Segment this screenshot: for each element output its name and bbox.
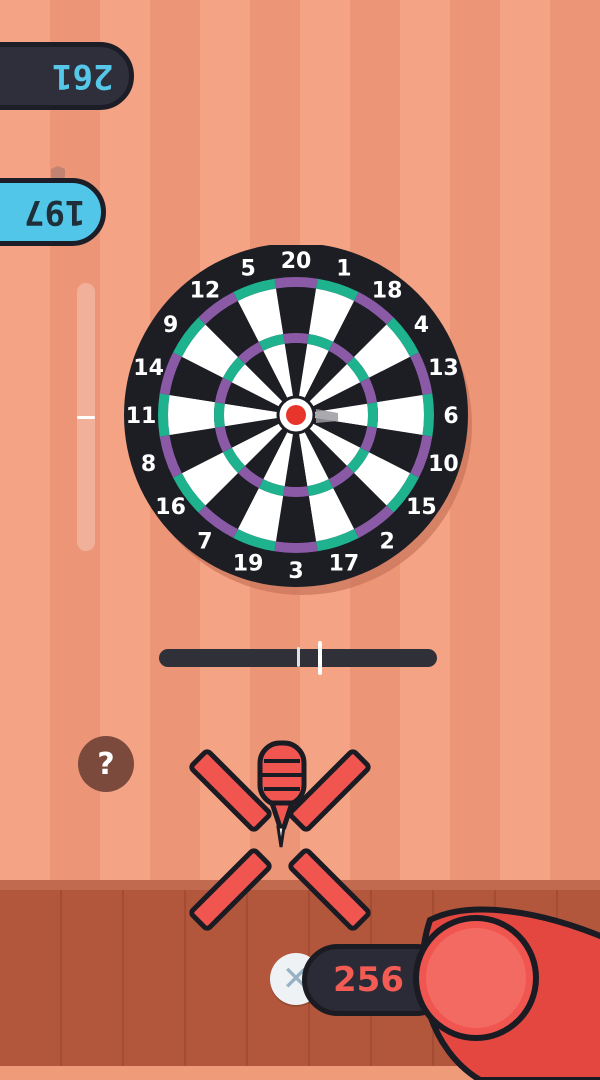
treble-ring-segment	[367, 402, 378, 428]
player-score-badge: 197	[0, 178, 106, 246]
board-number: 16	[155, 495, 186, 520]
board-number: 9	[163, 313, 178, 338]
player-score: 197	[23, 192, 85, 232]
horizontal-aim-slider[interactable]	[159, 641, 437, 675]
board-number: 20	[281, 249, 312, 274]
dartboard[interactable]: 20 1 18 4 13 6 10 15 2 17 3 19 7 16 8 11 14 9 12 5	[118, 245, 478, 595]
double-ring-segment	[422, 393, 434, 437]
board-number: 10	[428, 452, 459, 477]
board-number: 4	[414, 313, 429, 338]
board-number: 1	[336, 257, 351, 282]
opponent-score-badge: 261	[0, 42, 134, 110]
horizontal-reference-mark	[297, 647, 300, 667]
double-ring-segment	[158, 393, 170, 437]
board-number: 12	[190, 279, 221, 304]
board-number: 19	[233, 551, 264, 576]
board-number: 13	[428, 356, 459, 381]
bullseye	[286, 405, 306, 425]
throw-button-icon	[413, 906, 600, 1080]
help-button[interactable]: ?	[78, 736, 134, 792]
darts-in-hand[interactable]	[180, 735, 380, 945]
double-ring-segment	[274, 541, 318, 553]
board-number: 7	[197, 529, 212, 554]
board-number: 5	[240, 257, 255, 282]
treble-ring-segment	[214, 402, 225, 428]
vertical-aim-slider[interactable]	[77, 283, 95, 551]
vertical-aim-thumb[interactable]	[77, 416, 95, 419]
horizontal-aim-thumb[interactable]	[318, 641, 323, 675]
double-ring-segment	[274, 277, 318, 289]
board-number: 14	[133, 356, 164, 381]
board-number: 6	[443, 404, 458, 429]
treble-ring-segment	[283, 486, 309, 497]
board-number: 17	[329, 551, 360, 576]
board-number: 11	[126, 404, 157, 429]
board-number: 2	[379, 529, 394, 554]
board-number: 15	[406, 495, 437, 520]
throw-button[interactable]	[390, 900, 600, 1080]
board-number: 8	[141, 452, 156, 477]
opponent-score: 261	[51, 56, 113, 96]
board-number: 18	[372, 279, 403, 304]
dart-icon	[189, 740, 371, 931]
help-icon: ?	[97, 746, 115, 782]
treble-ring-segment	[283, 333, 309, 344]
board-number: 3	[288, 559, 303, 584]
